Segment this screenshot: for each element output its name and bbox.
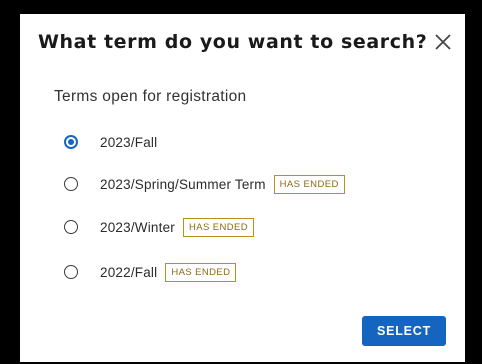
term-option-label: 2022/Fall [100, 264, 158, 280]
select-button[interactable]: SELECT [362, 316, 446, 346]
dialog-title: What term do you want to search? [38, 31, 428, 53]
status-badge: HAS ENDED [273, 174, 345, 194]
term-option-label: 2023/Winter [100, 219, 175, 235]
term-option-label: 2023/Fall [100, 134, 158, 150]
term-option-label: 2023/Spring/Summer Term [100, 176, 266, 192]
status-badge: HAS ENDED [183, 217, 255, 237]
radio-button-checked[interactable] [64, 135, 78, 149]
term-search-dialog: What term do you want to search? Terms o… [20, 14, 465, 362]
radio-button[interactable] [64, 177, 78, 191]
radio-button[interactable] [64, 265, 78, 279]
status-badge: HAS ENDED [165, 262, 237, 282]
close-icon[interactable] [432, 31, 454, 53]
term-option-2023-winter[interactable]: 2023/Winter HAS ENDED [64, 215, 255, 239]
terms-section-label: Terms open for registration [54, 88, 247, 105]
radio-button[interactable] [64, 220, 78, 234]
term-option-2023-fall[interactable]: 2023/Fall [64, 130, 157, 154]
term-option-2022-fall[interactable]: 2022/Fall HAS ENDED [64, 260, 237, 284]
term-option-2023-spring-summer[interactable]: 2023/Spring/Summer Term HAS ENDED [64, 172, 345, 196]
